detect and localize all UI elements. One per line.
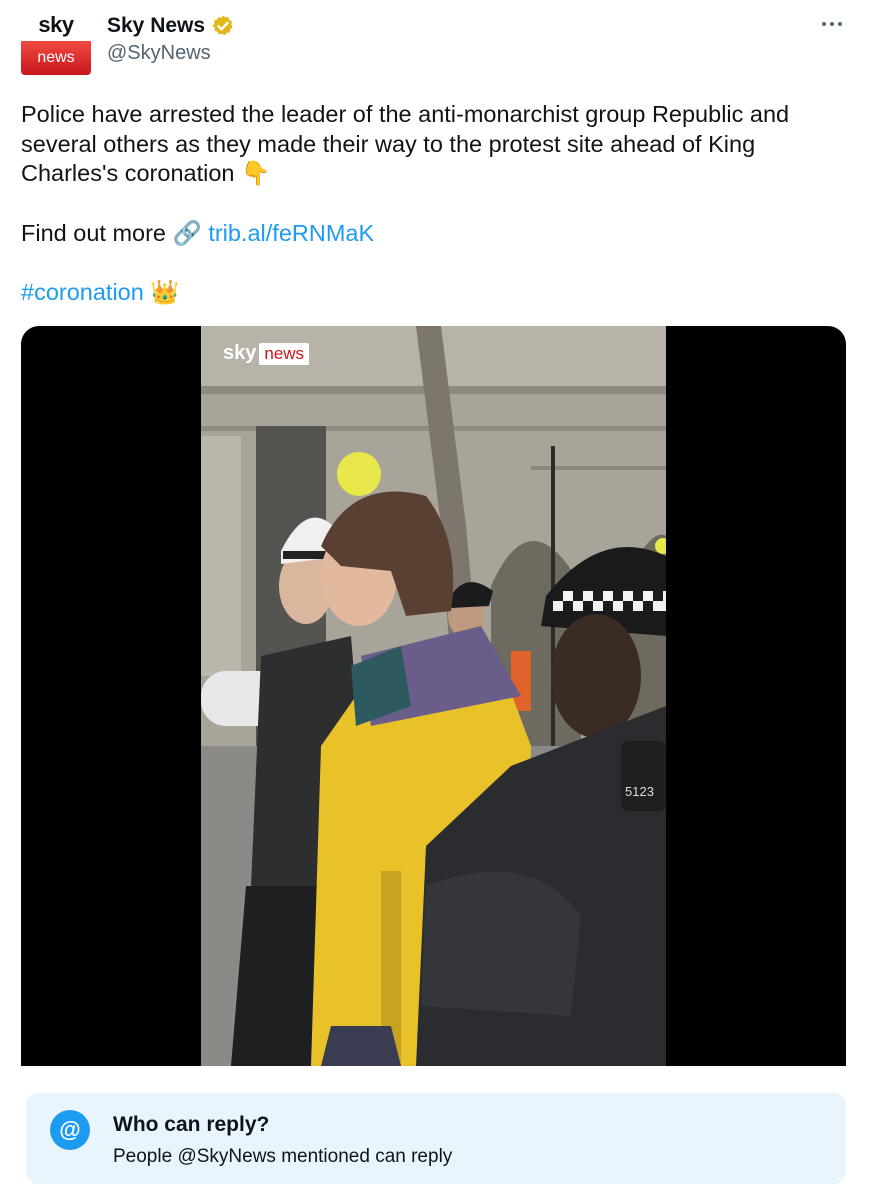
who-can-reply-subtitle: People @SkyNews mentioned can reply: [113, 1146, 453, 1167]
watermark-sky: sky: [223, 342, 257, 364]
video-watermark: sky news: [223, 342, 310, 365]
tweet-body: Police have arrested the leader of the a…: [21, 101, 790, 186]
mention-icon: @: [50, 1110, 90, 1150]
who-can-reply-box: @ Who can reply? People @SkyNews mention…: [26, 1093, 846, 1184]
video-still-image: 5123: [201, 326, 666, 1066]
watermark-news: news: [259, 342, 310, 365]
hashtag-line: #coronation 👑: [21, 278, 851, 308]
tweet-text: Police have arrested the leader of the a…: [21, 100, 851, 308]
dot: [830, 22, 834, 26]
video-frame[interactable]: 5123 sky news: [201, 326, 666, 1066]
article-link[interactable]: trib.al/feRNMaK: [208, 220, 374, 246]
tweet-paragraph: Police have arrested the leader of the a…: [21, 100, 851, 189]
more-options-icon[interactable]: [812, 14, 852, 34]
dot: [838, 22, 842, 26]
who-can-reply-title: Who can reply?: [113, 1113, 270, 1136]
tweet: sky news Sky News @SkyNews Police have a…: [0, 0, 869, 1200]
avatar-sky-text: sky: [21, 9, 91, 41]
verified-badge-icon: [212, 15, 233, 36]
find-out-more-text: Find out more: [21, 219, 166, 246]
avatar[interactable]: sky news: [21, 9, 91, 75]
handle[interactable]: @SkyNews: [107, 42, 211, 65]
name-row: Sky News: [107, 12, 235, 40]
crown-emoji-icon: 👑: [150, 278, 180, 306]
avatar-news-text: news: [21, 41, 91, 75]
find-out-more-line: Find out more 🔗 trib.al/feRNMaK: [21, 219, 851, 249]
pointing-down-emoji-icon: 👇: [241, 159, 271, 187]
dot: [822, 22, 826, 26]
display-name[interactable]: Sky News: [107, 14, 205, 38]
link-icon: 🔗: [172, 218, 202, 247]
hashtag-link[interactable]: #coronation: [21, 279, 144, 305]
video-player[interactable]: 5123 sky news: [21, 326, 846, 1066]
svg-text:5123: 5123: [625, 784, 654, 799]
